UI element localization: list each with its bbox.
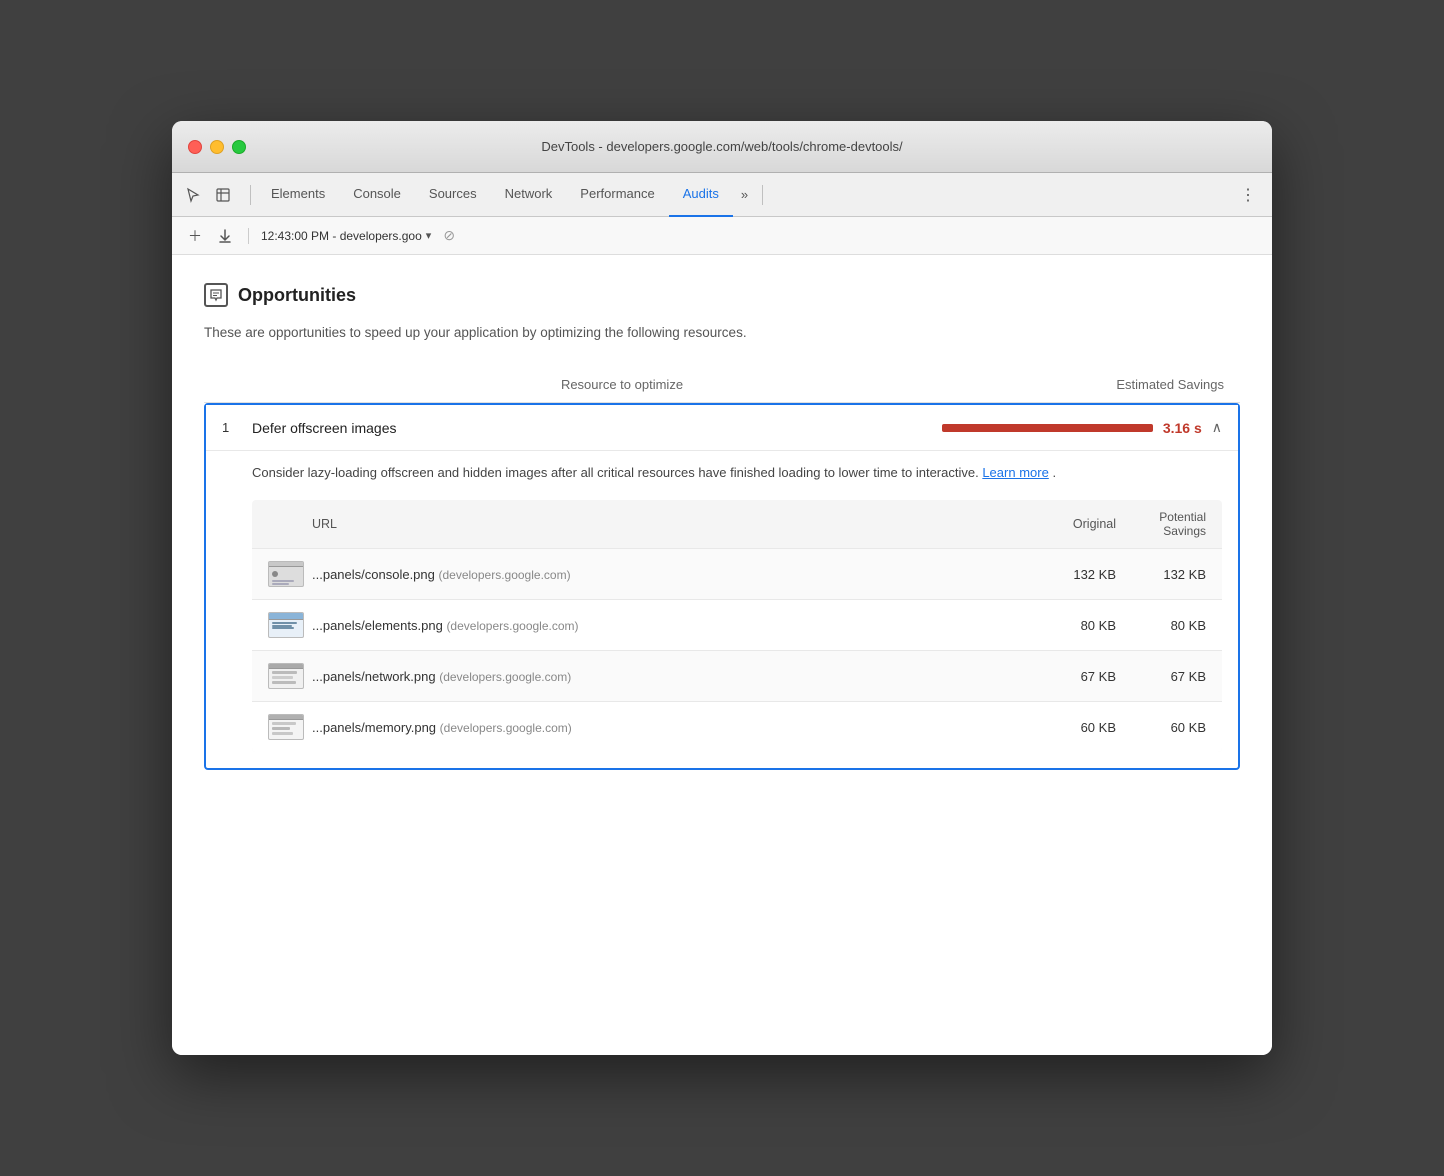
resource-original-4: 60 KB: [1026, 720, 1116, 735]
tab-divider-2: [762, 185, 763, 205]
chevron-up-icon[interactable]: ∧: [1212, 419, 1222, 436]
section-header: Opportunities: [204, 283, 1240, 307]
stop-icon[interactable]: ⊘: [443, 227, 455, 244]
tab-console[interactable]: Console: [339, 173, 415, 217]
resource-original-3: 67 KB: [1026, 669, 1116, 684]
toolbar-icons: [180, 182, 236, 208]
resource-savings-2: 80 KB: [1116, 618, 1206, 633]
opportunity-time: 3.16 s: [1163, 420, 1202, 436]
title-bar: DevTools - developers.google.com/web/too…: [172, 121, 1272, 173]
resource-savings-1: 132 KB: [1116, 567, 1206, 582]
maximize-button[interactable]: [232, 140, 246, 154]
resource-savings-3: 67 KB: [1116, 669, 1206, 684]
opportunity-number: 1: [222, 420, 252, 435]
opportunity-bar-container: 3.16 s: [942, 420, 1202, 436]
more-tabs-button[interactable]: »: [733, 187, 756, 202]
savings-col-header-2: Potential Savings: [1116, 510, 1206, 538]
cursor-icon[interactable]: [180, 182, 206, 208]
table-header: Resource to optimize Estimated Savings: [204, 367, 1240, 403]
resource-url-2: ...panels/elements.png (developers.googl…: [312, 618, 1026, 633]
close-button[interactable]: [188, 140, 202, 154]
resource-url-3: ...panels/network.png (developers.google…: [312, 669, 1026, 684]
opportunity-description: Consider lazy-loading offscreen and hidd…: [252, 463, 1222, 484]
tab-sources[interactable]: Sources: [415, 173, 491, 217]
url-dropdown-icon[interactable]: ▾: [426, 229, 432, 242]
resource-table-header: URL Original Potential Savings: [252, 500, 1222, 548]
opportunities-icon: [204, 283, 228, 307]
tab-performance[interactable]: Performance: [566, 173, 668, 217]
resource-row: ...panels/network.png (developers.google…: [252, 650, 1222, 701]
tab-network[interactable]: Network: [491, 173, 567, 217]
opportunity-row: 1 Defer offscreen images 3.16 s ∧ Consid…: [204, 403, 1240, 770]
network-thumb: [268, 663, 304, 689]
learn-more-link[interactable]: Learn more: [982, 465, 1048, 480]
address-bar: ＋ 12:43:00 PM - developers.goo ▾ ⊘: [172, 217, 1272, 255]
resource-original-2: 80 KB: [1026, 618, 1116, 633]
section-description: These are opportunities to speed up your…: [204, 323, 1240, 343]
minimize-button[interactable]: [210, 140, 224, 154]
devtools-tab-bar: Elements Console Sources Network Perform…: [172, 173, 1272, 217]
resource-original-1: 132 KB: [1026, 567, 1116, 582]
addr-divider: [248, 228, 249, 244]
original-col-header: Original: [1026, 517, 1116, 531]
inspect-icon[interactable]: [210, 182, 236, 208]
tab-elements[interactable]: Elements: [257, 173, 339, 217]
resource-savings-4: 60 KB: [1116, 720, 1206, 735]
resource-col-header: Resource to optimize: [220, 377, 1024, 392]
elements-thumb: [268, 612, 304, 638]
devtools-menu-button[interactable]: ⋮: [1232, 185, 1264, 205]
memory-thumb: [268, 714, 304, 740]
console-thumb: [268, 561, 304, 587]
tab-audits[interactable]: Audits: [669, 173, 733, 217]
download-button[interactable]: [214, 225, 236, 247]
traffic-lights: [188, 140, 246, 154]
window-title: DevTools - developers.google.com/web/too…: [541, 139, 902, 154]
url-text: 12:43:00 PM - developers.goo: [261, 229, 422, 243]
opportunity-name: Defer offscreen images: [252, 420, 942, 436]
resource-url-1: ...panels/console.png (developers.google…: [312, 567, 1026, 582]
resource-row: ...panels/memory.png (developers.google.…: [252, 701, 1222, 752]
opportunity-detail: Consider lazy-loading offscreen and hidd…: [206, 450, 1238, 768]
new-tab-button[interactable]: ＋: [184, 225, 206, 247]
resource-table: URL Original Potential Savings: [252, 500, 1222, 752]
resource-url-4: ...panels/memory.png (developers.google.…: [312, 720, 1026, 735]
opportunity-bar: [942, 424, 1153, 432]
browser-window: DevTools - developers.google.com/web/too…: [172, 121, 1272, 1055]
resource-row: ...panels/elements.png (developers.googl…: [252, 599, 1222, 650]
resource-row: ...panels/console.png (developers.google…: [252, 548, 1222, 599]
savings-col-header: Estimated Savings: [1024, 377, 1224, 392]
opportunity-header[interactable]: 1 Defer offscreen images 3.16 s ∧: [206, 405, 1238, 450]
tab-divider: [250, 185, 251, 205]
url-col-header: URL: [312, 517, 1026, 531]
address-url[interactable]: 12:43:00 PM - developers.goo ▾: [261, 229, 431, 243]
section-title: Opportunities: [238, 285, 356, 306]
main-content: Opportunities These are opportunities to…: [172, 255, 1272, 1055]
